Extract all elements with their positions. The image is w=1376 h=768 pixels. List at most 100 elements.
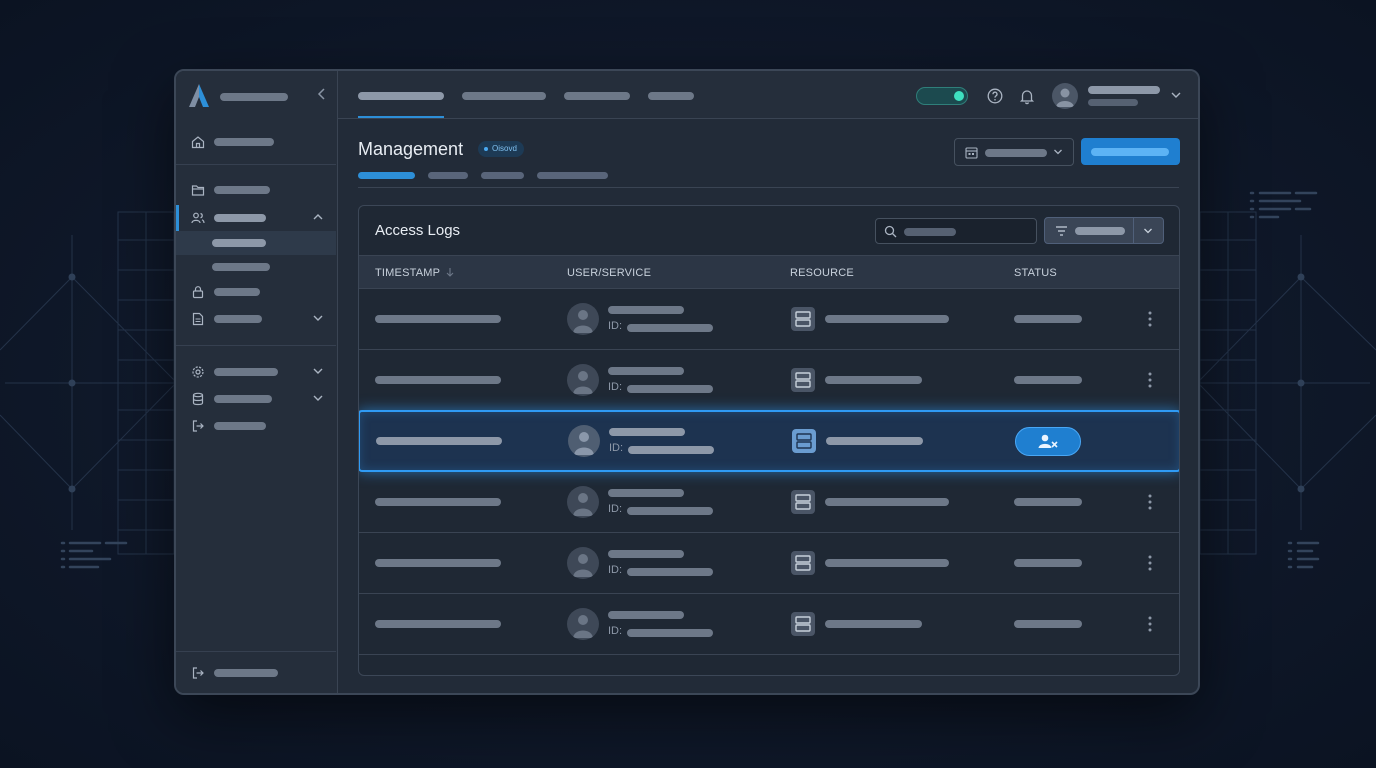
server-icon (791, 307, 815, 331)
filter-dropdown[interactable] (1044, 217, 1164, 244)
sidebar-item-security[interactable] (176, 279, 336, 305)
table-row[interactable]: ID: (359, 594, 1179, 655)
user-name-placeholder (608, 306, 684, 314)
page-tab[interactable] (428, 172, 468, 179)
collapse-sidebar-button[interactable] (314, 87, 330, 103)
timestamp-placeholder (375, 498, 501, 506)
revoke-access-button[interactable] (1015, 427, 1081, 456)
help-icon[interactable] (986, 87, 1004, 105)
document-icon (190, 311, 206, 327)
table-row[interactable]: ID: (359, 289, 1179, 350)
sidebar-subitem[interactable] (176, 255, 336, 279)
date-range-picker[interactable] (954, 138, 1074, 166)
user-icon (573, 310, 593, 333)
sidebar-item-documents[interactable] (176, 306, 336, 332)
avatar (567, 608, 599, 640)
column-header-user-service[interactable]: USER/SERVICE (567, 267, 651, 279)
user-name-placeholder (1088, 86, 1160, 94)
sidebar (176, 71, 338, 693)
top-nav-tab[interactable] (462, 92, 546, 100)
column-header-timestamp[interactable]: TIMESTAMP (375, 267, 454, 279)
user-id-label: ID: (608, 381, 623, 393)
search-icon (884, 225, 897, 238)
bell-icon[interactable] (1018, 87, 1036, 105)
app-logo (189, 84, 209, 107)
kebab-menu-icon[interactable] (1145, 614, 1155, 634)
user-name-placeholder (609, 428, 685, 436)
user-name-placeholder (608, 489, 684, 497)
kebab-menu-icon[interactable] (1145, 309, 1155, 329)
search-input[interactable] (875, 218, 1037, 244)
chevron-down-icon (313, 315, 323, 321)
home-icon (190, 134, 206, 150)
avatar[interactable] (1052, 83, 1078, 109)
chevron-down-icon (1054, 149, 1062, 155)
table-row-selected[interactable]: ID: (359, 410, 1179, 472)
user-id-placeholder (627, 385, 713, 393)
chevron-down-icon (1144, 228, 1152, 234)
table-header: TIMESTAMP USER/SERVICE RESOURCE STATUS (359, 255, 1179, 289)
resource-placeholder (825, 559, 949, 567)
user-id-label: ID: (608, 625, 623, 637)
top-nav-tab-active[interactable] (358, 92, 444, 100)
sidebar-item-logout[interactable] (176, 660, 336, 686)
settings-icon (190, 364, 206, 380)
column-header-resource[interactable]: RESOURCE (790, 267, 854, 279)
kebab-menu-icon[interactable] (1145, 370, 1155, 390)
user-name-placeholder (608, 367, 684, 375)
user-icon (573, 371, 593, 394)
column-header-status[interactable]: STATUS (1014, 267, 1057, 279)
sidebar-item-label (214, 214, 266, 222)
status-toggle[interactable] (916, 87, 968, 105)
sidebar-item-folders[interactable] (176, 177, 336, 203)
sidebar-item-label (214, 138, 274, 146)
primary-action-button[interactable] (1081, 138, 1180, 165)
user-id-label: ID: (609, 442, 624, 454)
table-row[interactable]: ID: (359, 350, 1179, 411)
filter-icon (1056, 226, 1067, 236)
top-nav-active-indicator (358, 116, 444, 118)
sidebar-item-users[interactable] (176, 205, 336, 231)
page-tab[interactable] (537, 172, 608, 179)
user-id-label: ID: (608, 503, 623, 515)
top-nav-tab[interactable] (648, 92, 694, 100)
sidebar-divider (176, 345, 336, 346)
table-row[interactable]: ID: (359, 472, 1179, 533)
page-tab[interactable] (481, 172, 524, 179)
sidebar-subitem-selected[interactable] (176, 231, 336, 255)
kebab-menu-icon[interactable] (1145, 553, 1155, 573)
timestamp-placeholder (375, 559, 501, 567)
user-icon (1056, 88, 1074, 107)
status-placeholder (1014, 559, 1082, 567)
sidebar-item-export[interactable] (176, 413, 336, 439)
page-tab-active[interactable] (358, 172, 415, 179)
user-icon (573, 554, 593, 577)
user-name-placeholder (608, 611, 684, 619)
user-icon (573, 615, 593, 638)
top-nav-tab[interactable] (564, 92, 630, 100)
server-icon (791, 368, 815, 392)
chevron-up-icon (313, 214, 323, 220)
card-title: Access Logs (375, 222, 461, 239)
user-id-label: ID: (608, 564, 623, 576)
timestamp-placeholder (375, 376, 501, 384)
page-tabs-divider (358, 187, 1179, 188)
chevron-down-icon[interactable] (1170, 89, 1182, 101)
user-id-label: ID: (608, 320, 623, 332)
lock-icon (190, 284, 206, 300)
user-icon (574, 432, 594, 455)
users-icon (190, 210, 206, 226)
sidebar-item-database[interactable] (176, 386, 336, 412)
status-placeholder (1014, 620, 1082, 628)
button-label-placeholder (1091, 148, 1169, 156)
avatar (567, 364, 599, 396)
folder-icon (190, 182, 206, 198)
sidebar-item-settings[interactable] (176, 359, 336, 385)
user-role-placeholder (1088, 99, 1138, 106)
avatar (567, 547, 599, 579)
sidebar-item-label (214, 288, 260, 296)
kebab-menu-icon[interactable] (1145, 492, 1155, 512)
table-row[interactable]: ID: (359, 533, 1179, 594)
sidebar-item-home[interactable] (176, 129, 336, 155)
status-placeholder (1014, 315, 1082, 323)
